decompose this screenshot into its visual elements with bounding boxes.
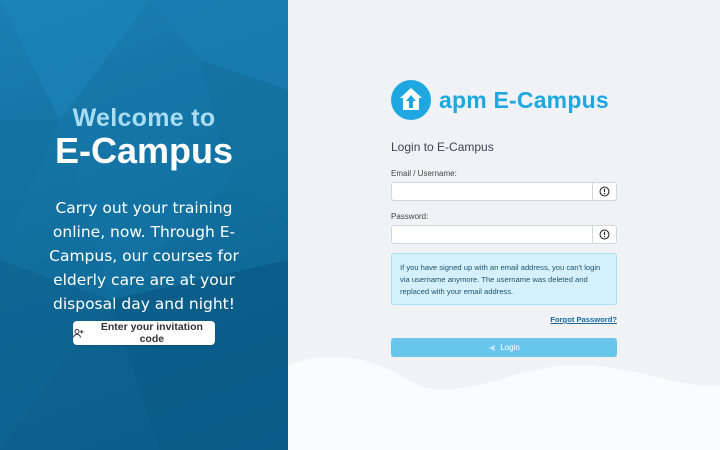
login-button-label: Login	[500, 343, 520, 352]
hero-title: E-Campus	[54, 130, 234, 171]
password-label: Password:	[391, 212, 429, 221]
info-alert: If you have signed up with an email addr…	[391, 253, 617, 305]
invitation-code-label: Enter your invitation code	[100, 321, 203, 345]
wave-decoration	[288, 356, 720, 450]
username-field-group	[391, 182, 617, 201]
password-addon	[592, 226, 616, 243]
username-addon	[592, 183, 616, 200]
password-field-group	[391, 225, 617, 244]
sign-in-icon	[489, 344, 495, 351]
password-input[interactable]	[392, 226, 592, 243]
welcome-text: Welcome to	[72, 104, 216, 132]
forgot-password-link[interactable]: Forgot Password?	[391, 315, 617, 324]
hero-panel: Welcome to E-Campus Carry out your train…	[0, 0, 288, 450]
login-button[interactable]: Login	[391, 338, 617, 357]
exclamation-circle-icon	[599, 186, 610, 197]
login-heading: Login to E-Campus	[391, 140, 494, 154]
username-label: Email / Username:	[391, 169, 457, 178]
user-plus-icon	[73, 328, 84, 338]
invitation-code-button[interactable]: Enter your invitation code	[73, 321, 215, 345]
logo-text: apm E-Campus	[439, 86, 609, 113]
exclamation-circle-icon	[599, 229, 610, 240]
apm-logo: apm E-Campus	[391, 80, 609, 120]
hero-tagline: Carry out your training online, now. Thr…	[49, 199, 239, 313]
house-arrow-icon	[391, 80, 431, 120]
username-input[interactable]	[392, 183, 592, 200]
